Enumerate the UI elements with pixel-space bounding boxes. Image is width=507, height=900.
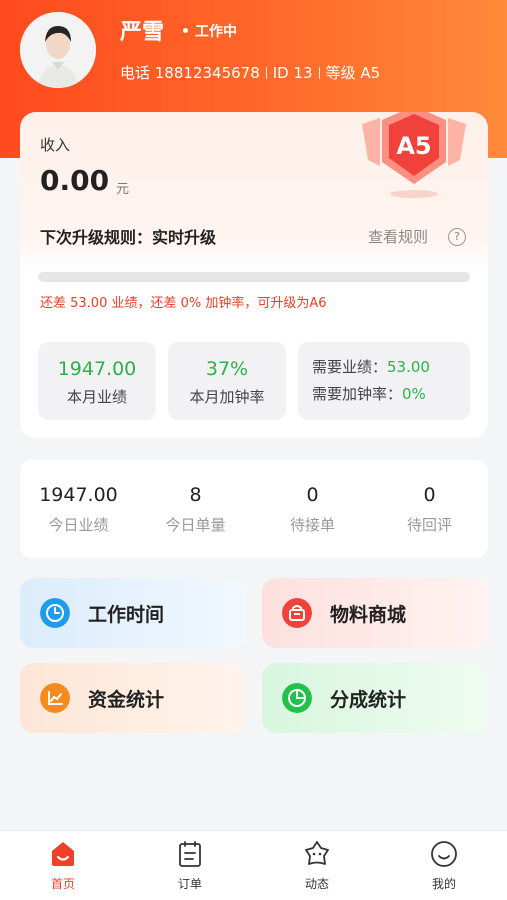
today-stats-card: 1947.00 今日业绩 8 今日单量 0 待接单 0 待回评 — [20, 460, 488, 558]
upgrade-progress-bar — [38, 272, 470, 282]
moments-icon — [305, 841, 329, 865]
required-rate-value: 0% — [402, 385, 426, 403]
level-text: 等级 A5 — [325, 64, 381, 82]
month-rate-box: 37% 本月加钟率 — [168, 342, 286, 420]
id-text: ID 13 — [272, 64, 313, 82]
tab-moments-label: 动态 — [304, 877, 329, 891]
level-badge-icon: A5 — [362, 112, 466, 198]
today-performance-value: 1947.00 — [39, 484, 118, 506]
month-performance-value: 1947.00 — [57, 358, 137, 380]
fund-stats-button[interactable]: 资金统计 — [20, 663, 246, 733]
order-icon — [179, 841, 201, 867]
required-performance-label: 需要业绩： — [312, 358, 388, 376]
bottom-tab-bar: 首页 订单 动态 我的 — [0, 830, 507, 900]
chart-icon — [40, 683, 70, 713]
tab-profile[interactable]: 我的 — [414, 839, 474, 892]
pending-accept-label: 待接单 — [289, 516, 335, 534]
tab-orders[interactable]: 订单 — [160, 839, 220, 892]
work-time-button[interactable]: 工作时间 — [20, 578, 246, 648]
required-performance-value: 53.00 — [387, 358, 430, 376]
pending-review[interactable]: 0 待回评 — [371, 484, 488, 535]
income-label: 收入 — [40, 136, 71, 154]
today-performance-label: 今日业绩 — [48, 516, 109, 534]
tab-moments[interactable]: 动态 — [287, 839, 347, 892]
divider — [318, 67, 320, 79]
today-orders-label: 今日单量 — [165, 516, 226, 534]
shop-bag-icon — [282, 598, 312, 628]
month-rate-value: 37% — [205, 358, 249, 380]
phone-text: 电话 18812345678 — [120, 64, 260, 82]
level-badge-text: A5 — [396, 132, 431, 160]
material-mall-label: 物料商城 — [330, 604, 407, 626]
upgrade-rule-title: 下次升级规则：实时升级 — [40, 228, 217, 247]
profile-meta: 电话 18812345678 ID 13 等级 A5 — [120, 62, 380, 83]
pending-accept-value: 0 — [306, 484, 319, 506]
work-status-text: 工作中 — [195, 24, 237, 40]
requirements-box: 需要业绩：53.00 需要加钟率：0% — [298, 342, 470, 420]
income-card: 收入 0.00 元 A5 下次升级规则：实时升级 查看规则 ? 还差 53.00… — [20, 112, 488, 438]
today-orders-value: 8 — [189, 484, 202, 506]
material-mall-button[interactable]: 物料商城 — [262, 578, 488, 648]
tab-profile-label: 我的 — [431, 877, 456, 891]
home-icon — [52, 842, 74, 866]
income-unit: 元 — [116, 182, 130, 197]
share-stats-button[interactable]: 分成统计 — [262, 663, 488, 733]
month-performance-box: 1947.00 本月业绩 — [38, 342, 156, 420]
pending-review-label: 待回评 — [406, 516, 452, 534]
tab-home-label: 首页 — [50, 877, 75, 891]
pie-icon — [282, 683, 312, 713]
upgrade-tip: 还差 53.00 业绩，还差 0% 加钟率，可升级为A6 — [40, 296, 327, 311]
required-rate-label: 需要加钟率： — [312, 385, 403, 403]
work-status: 工作中 — [183, 21, 237, 41]
share-stats-label: 分成统计 — [330, 689, 407, 711]
pending-accept[interactable]: 0 待接单 — [254, 484, 371, 535]
fund-stats-label: 资金统计 — [88, 689, 165, 711]
tab-orders-label: 订单 — [177, 877, 202, 891]
income-value: 0.00 — [40, 164, 110, 197]
tab-home[interactable]: 首页 — [33, 839, 93, 892]
month-performance-label: 本月业绩 — [66, 388, 127, 406]
profile-icon — [431, 841, 457, 867]
avatar[interactable] — [20, 12, 96, 88]
view-rules-link[interactable]: 查看规则 — [368, 226, 428, 247]
user-name: 严雪 — [120, 20, 165, 45]
required-performance: 需要业绩：53.00 — [312, 356, 470, 377]
today-performance[interactable]: 1947.00 今日业绩 — [20, 484, 137, 535]
divider — [265, 67, 267, 79]
help-icon[interactable]: ? — [448, 228, 466, 246]
work-time-label: 工作时间 — [88, 604, 165, 626]
today-orders[interactable]: 8 今日单量 — [137, 484, 254, 535]
pending-review-value: 0 — [423, 484, 436, 506]
month-rate-label: 本月加钟率 — [189, 388, 265, 406]
status-dot — [183, 28, 188, 33]
required-rate: 需要加钟率：0% — [312, 383, 470, 404]
clock-icon — [40, 598, 70, 628]
